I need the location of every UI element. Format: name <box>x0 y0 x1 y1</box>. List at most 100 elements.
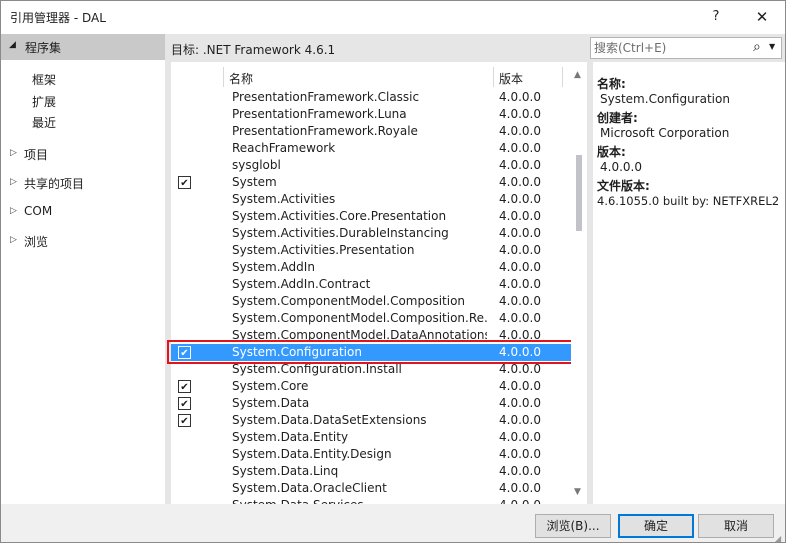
table-row[interactable]: System.Configuration.Install 4.0.0.0 <box>171 361 571 378</box>
assembly-name: System.Configuration <box>232 345 362 359</box>
list-rows: PresentationFramework.Classic 4.0.0.0 Pres… <box>171 89 571 504</box>
row-checkbox[interactable] <box>178 482 191 495</box>
row-checkbox[interactable] <box>178 329 191 342</box>
table-row[interactable]: System.Activities.DurableInstancing 4.0.0… <box>171 225 571 242</box>
table-row[interactable]: System.AddIn 4.0.0.0 <box>171 259 571 276</box>
table-row[interactable]: sysglobl 4.0.0.0 <box>171 157 571 174</box>
table-row[interactable]: PresentationFramework.Classic 4.0.0.0 <box>171 89 571 106</box>
table-row[interactable]: System.ComponentModel.Composition.Re... 4… <box>171 310 571 327</box>
cancel-button[interactable]: 取消 <box>698 514 774 538</box>
table-row[interactable]: System.Data 4.0.0.0 <box>171 395 571 412</box>
row-checkbox[interactable] <box>178 363 191 376</box>
assembly-name: System.Activities.Core.Presentation <box>232 209 447 223</box>
details-panel: 名称: System.Configuration 创建者: Microsoft … <box>593 62 785 504</box>
scroll-down-icon[interactable]: ▼ <box>574 487 581 497</box>
assembly-version: 4.0.0.0 <box>499 311 541 325</box>
row-checkbox[interactable] <box>178 142 191 155</box>
collapsed-arrow-icon: ▷ <box>10 235 17 245</box>
nav-item-com[interactable]: ▷ COM <box>1 202 165 224</box>
search-icon[interactable]: ⌕ <box>753 39 761 55</box>
chevron-down-icon[interactable]: ▼ <box>769 42 775 51</box>
table-row[interactable]: PresentationFramework.Royale 4.0.0.0 <box>171 123 571 140</box>
resize-grip-icon[interactable]: ◢ <box>775 534 781 543</box>
table-row[interactable]: System.Data.Services4.0.0.0 <box>171 497 571 504</box>
assembly-version: 4.0.0.0 <box>499 294 541 308</box>
assembly-name: System.AddIn <box>232 260 315 274</box>
column-divider[interactable] <box>223 67 224 87</box>
row-checkbox[interactable] <box>178 397 191 410</box>
nav-sub-item-extensions[interactable]: 扩展 <box>32 93 56 110</box>
table-row[interactable]: System 4.0.0.0 <box>171 174 571 191</box>
row-checkbox[interactable] <box>178 448 191 461</box>
row-checkbox[interactable] <box>178 227 191 240</box>
assembly-version: 4.0.0.0 <box>499 209 541 223</box>
assembly-name: System.Data.Entity <box>232 430 349 444</box>
scrollbar-thumb[interactable] <box>576 155 582 231</box>
close-button[interactable]: ✕ <box>739 1 785 33</box>
table-row[interactable]: System.Data.DataSetExtensions 4.0.0.0 <box>171 412 571 429</box>
assembly-version: 4.0.0.0 <box>499 277 541 291</box>
table-row[interactable]: System.Configuration 4.0.0.0 <box>171 344 571 361</box>
row-checkbox[interactable] <box>178 431 191 444</box>
search-input[interactable] <box>594 40 744 56</box>
row-checkbox[interactable] <box>178 278 191 291</box>
row-checkbox[interactable] <box>178 210 191 223</box>
assembly-version: 4.0.0.0 <box>499 124 541 138</box>
table-row[interactable]: System.Data.Linq 4.0.0.0 <box>171 463 571 480</box>
details-name-label: 名称: <box>597 77 626 91</box>
assembly-name: System.Activities.Presentation <box>232 243 415 257</box>
nav-item-assemblies[interactable]: ◢ 程序集 <box>1 34 165 60</box>
list-scrollbar[interactable]: ▲ ▼ <box>571 67 587 504</box>
row-checkbox[interactable] <box>178 465 191 478</box>
ok-button[interactable]: 确定 <box>618 514 694 538</box>
row-checkbox[interactable] <box>178 346 191 359</box>
table-row[interactable]: System.Data.Entity.Design 4.0.0.0 <box>171 446 571 463</box>
table-row[interactable]: System.Core 4.0.0.0 <box>171 378 571 395</box>
row-checkbox[interactable] <box>178 380 191 393</box>
table-row[interactable]: System.ComponentModel.Composition 4.0.0.0 <box>171 293 571 310</box>
row-checkbox[interactable] <box>178 312 191 325</box>
table-row[interactable]: System.Activities 4.0.0.0 <box>171 191 571 208</box>
nav-sub-item-framework[interactable]: 框架 <box>32 71 56 88</box>
assembly-version: 4.0.0.0 <box>499 226 541 240</box>
row-checkbox[interactable] <box>178 295 191 308</box>
table-row[interactable]: System.Data.OracleClient 4.0.0.0 <box>171 480 571 497</box>
scroll-up-icon[interactable]: ▲ <box>574 70 581 80</box>
row-checkbox[interactable] <box>178 91 191 104</box>
nav-item-shared-projects[interactable]: ▷ 共享的项目 <box>1 173 165 195</box>
table-row[interactable]: ReachFramework 4.0.0.0 <box>171 140 571 157</box>
reference-manager-window: 引用管理器 - DAL ? ✕ ◢ 程序集 框架 扩展 最近 ▷ 项目 ▷ 共享… <box>0 0 786 543</box>
row-checkbox[interactable] <box>178 125 191 138</box>
table-row[interactable]: System.ComponentModel.DataAnnotations 4.0… <box>171 327 571 344</box>
row-checkbox[interactable] <box>178 193 191 206</box>
row-checkbox[interactable] <box>178 414 191 427</box>
row-checkbox[interactable] <box>178 244 191 257</box>
nav-item-browse[interactable]: ▷ 浏览 <box>1 231 165 253</box>
assembly-version: 4.0.0.0 <box>499 362 541 376</box>
title-bar: 引用管理器 - DAL ? ✕ <box>1 1 785 33</box>
browse-button[interactable]: 浏览(B)... <box>535 514 611 538</box>
nav-item-projects[interactable]: ▷ 项目 <box>1 144 165 166</box>
assembly-version: 4.0.0.0 <box>499 430 541 444</box>
nav-item-label: 项目 <box>24 148 49 162</box>
row-checkbox[interactable] <box>178 108 191 121</box>
assembly-name: System <box>232 175 277 189</box>
search-box[interactable]: ⌕ ▼ <box>590 37 782 59</box>
row-checkbox[interactable] <box>178 159 191 172</box>
help-button[interactable]: ? <box>693 1 739 33</box>
table-row[interactable]: System.Activities.Presentation 4.0.0.0 <box>171 242 571 259</box>
table-row[interactable]: PresentationFramework.Luna 4.0.0.0 <box>171 106 571 123</box>
assembly-name: System.Data.Linq <box>232 464 339 478</box>
column-header-version[interactable]: 版本 <box>499 70 523 87</box>
assembly-name: System.ComponentModel.DataAnnotations <box>232 328 487 342</box>
column-divider[interactable] <box>493 67 494 87</box>
assembly-list: 名称 版本 PresentationFramework.Classic 4.0.0… <box>171 67 587 504</box>
row-checkbox[interactable] <box>178 176 191 189</box>
column-divider[interactable] <box>562 67 563 87</box>
table-row[interactable]: System.AddIn.Contract 4.0.0.0 <box>171 276 571 293</box>
nav-sub-item-recent[interactable]: 最近 <box>32 114 56 131</box>
column-header-name[interactable]: 名称 <box>229 70 253 87</box>
table-row[interactable]: System.Data.Entity 4.0.0.0 <box>171 429 571 446</box>
table-row[interactable]: System.Activities.Core.Presentation 4.0.0… <box>171 208 571 225</box>
row-checkbox[interactable] <box>178 261 191 274</box>
